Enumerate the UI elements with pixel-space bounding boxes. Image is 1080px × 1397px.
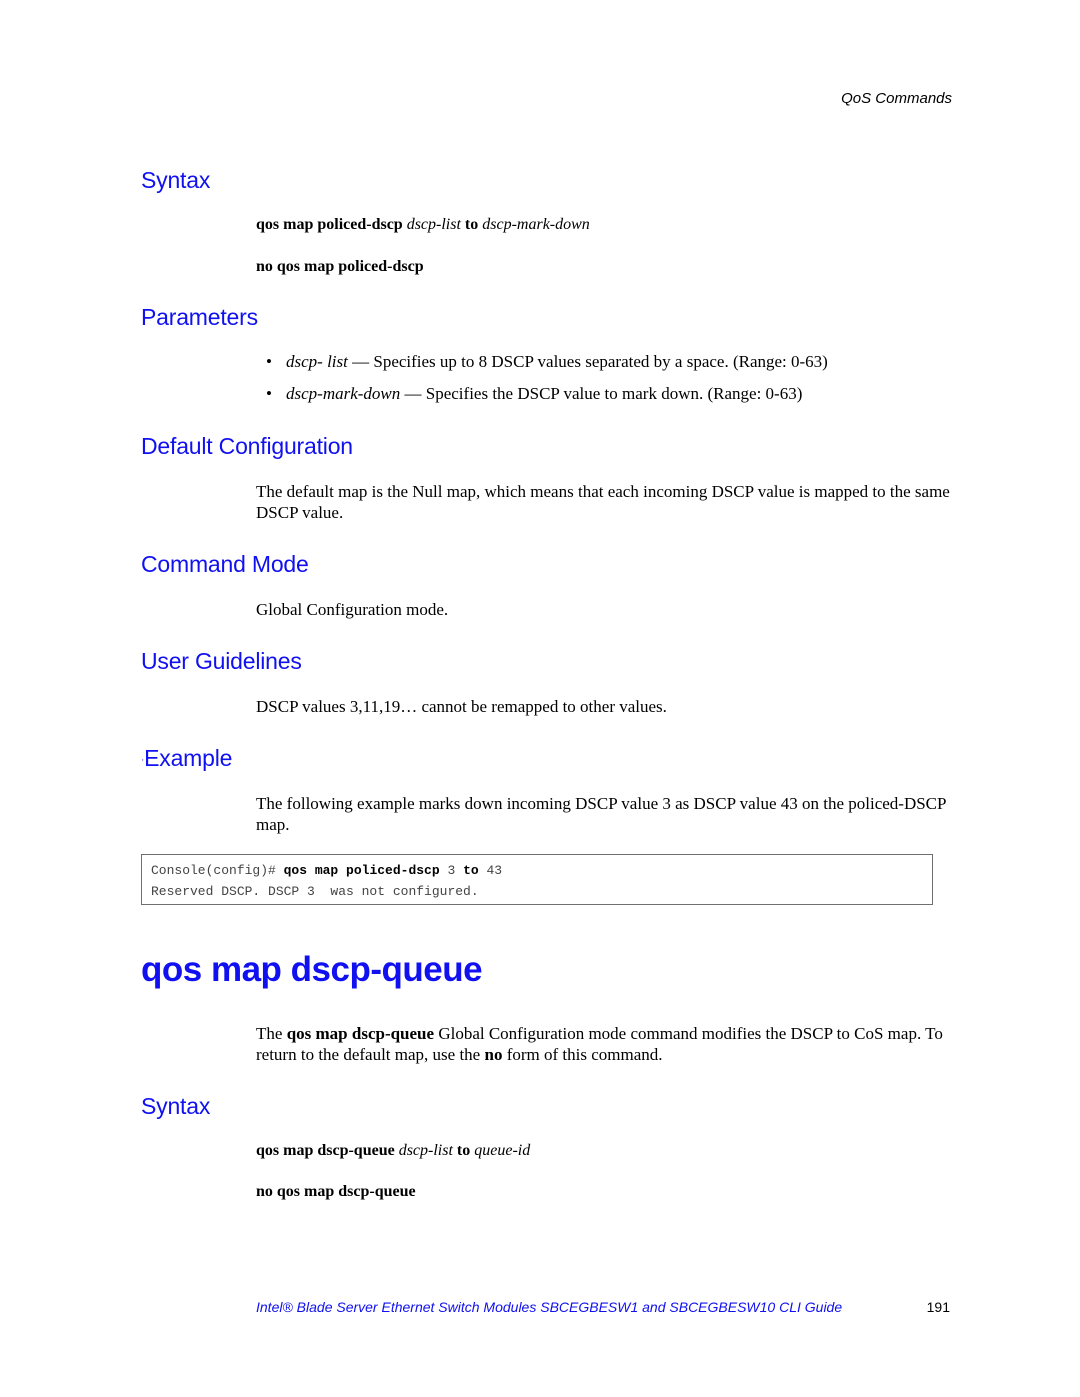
code-example: Console(config)# qos map policed-dscp 3 …: [141, 854, 933, 905]
description-command: qos map dscp-queue: [286, 1024, 435, 1043]
code-command: qos map policed-dscp: [283, 863, 440, 878]
description-text: The: [256, 1024, 287, 1043]
running-header: QoS Commands: [841, 90, 952, 107]
parameter-description: — Specifies the DSCP value to mark down.…: [400, 384, 803, 403]
footer-title: Intel® Blade Server Ethernet Switch Modu…: [256, 1299, 843, 1315]
example-heading-text: Example: [144, 745, 233, 771]
parameter-item: • dscp-mark-down — Specifies the DSCP val…: [266, 384, 802, 404]
document-page: QoS Commands Syntax qos map policed-dscp…: [0, 0, 1080, 1397]
syntax-heading-2: Syntax: [141, 1093, 211, 1119]
code-value: 43: [478, 863, 503, 878]
syntax-line-1: qos map dscp-queue dscp-list to queue-id: [256, 1142, 530, 1160]
syntax-line-2: no qos map policed-dscp: [256, 258, 424, 276]
syntax-arg-dscp-list: dscp-list: [398, 1142, 453, 1159]
syntax-keyword-to: to: [456, 1142, 471, 1159]
bullet-icon: •: [266, 384, 272, 403]
code-value: 3: [439, 863, 464, 878]
syntax-heading: Syntax: [141, 167, 211, 193]
syntax-command: qos map dscp-queue: [256, 1142, 395, 1159]
console-prompt: Console(config)#: [151, 863, 284, 878]
user-guidelines-heading: User Guidelines: [141, 648, 302, 674]
description-text: form of this command.: [502, 1045, 663, 1064]
parameter-item: • dscp- list — Specifies up to 8 DSCP val…: [266, 352, 828, 372]
code-keyword-to: to: [463, 863, 479, 878]
code-line-command: Console(config)# qos map policed-dscp 3 …: [151, 860, 923, 881]
user-guidelines-text: DSCP values 3,11,19… cannot be remapped …: [256, 697, 667, 716]
syntax-no-form: no qos map dscp-queue: [256, 1183, 416, 1200]
syntax-command: qos map policed-dscp: [256, 216, 403, 233]
syntax-keyword-to: to: [464, 216, 479, 233]
code-line-output: Reserved DSCP. DSCP 3 was not configured…: [151, 884, 479, 899]
syntax-arg-dscp-list: dscp-list: [406, 216, 461, 233]
parameters-heading: Parameters: [141, 304, 258, 330]
syntax-arg-queue-id: queue-id: [474, 1142, 531, 1159]
parameter-description: — Specifies up to 8 DSCP values separate…: [347, 352, 828, 371]
description-no-keyword: no: [484, 1045, 503, 1064]
command-mode-text: Global Configuration mode.: [256, 600, 449, 619]
syntax-line-1: qos map policed-dscp dscp-list to dscp-m…: [256, 216, 590, 234]
syntax-no-form: no qos map policed-dscp: [256, 258, 424, 275]
command-mode-heading: Command Mode: [141, 551, 309, 577]
page-number: 191: [926, 1299, 950, 1315]
command-description: The qos map dscp-queue Global Configurat…: [256, 1023, 956, 1065]
example-text: The following example marks down incomin…: [256, 794, 946, 834]
command-title: qos map dscp-queue: [141, 950, 483, 989]
syntax-arg-dscp-mark-down: dscp-mark-down: [482, 216, 590, 233]
example-heading: ·Example: [141, 745, 232, 772]
parameter-term: dscp-mark-down: [286, 384, 401, 403]
syntax-line-2: no qos map dscp-queue: [256, 1183, 416, 1201]
default-configuration-text: The default map is the Null map, which m…: [256, 482, 950, 522]
parameter-term: dscp- list: [286, 352, 348, 371]
bullet-icon: •: [266, 352, 272, 371]
default-configuration-heading: Default Configuration: [141, 433, 353, 459]
